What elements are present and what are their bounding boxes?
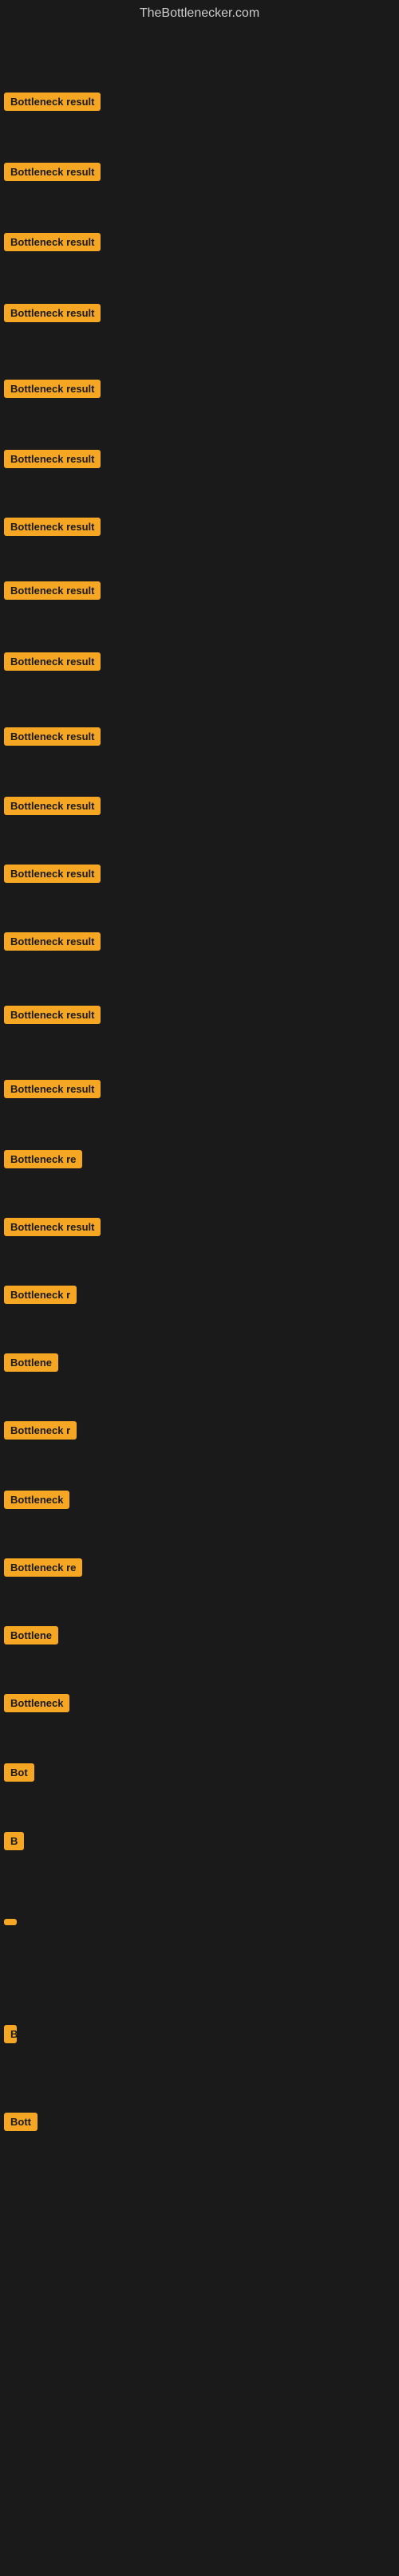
bottleneck-badge: Bottleneck re <box>4 1150 82 1168</box>
bottleneck-item[interactable]: Bott <box>0 2090 399 2153</box>
bottleneck-badge: Bottleneck result <box>4 727 101 746</box>
bottleneck-item[interactable]: Bottleneck result <box>0 1195 399 1258</box>
bottleneck-item[interactable]: Bottleneck result <box>0 774 399 837</box>
bottleneck-item[interactable]: Bottleneck result <box>0 1057 399 1121</box>
bottleneck-item[interactable]: Bottleneck result <box>0 494 399 558</box>
bottleneck-badge: Bottleneck result <box>4 865 101 883</box>
bottleneck-badge: Bottlene <box>4 1626 58 1644</box>
bottleneck-badge: B <box>4 2025 17 2043</box>
bottleneck-badge: Bottleneck <box>4 1491 69 1509</box>
bottleneck-item[interactable]: Bottleneck result <box>0 629 399 693</box>
bottleneck-badge: Bottleneck result <box>4 233 101 251</box>
bottleneck-item[interactable]: Bottleneck result <box>0 210 399 274</box>
bottleneck-item[interactable]: Bottleneck result <box>0 281 399 345</box>
bottleneck-item[interactable]: Bottleneck result <box>0 356 399 420</box>
bottleneck-badge: Bottleneck result <box>4 93 101 111</box>
bottleneck-item[interactable]: Bottleneck result <box>0 140 399 203</box>
bottleneck-badge: B <box>4 1832 24 1850</box>
bottleneck-badge: Bottleneck result <box>4 304 101 322</box>
bottleneck-badge: Bottleneck result <box>4 1080 101 1098</box>
bottleneck-badge: Bottleneck re <box>4 1558 82 1577</box>
bottleneck-badge: Bott <box>4 2113 38 2131</box>
bottleneck-item[interactable]: Bottleneck r <box>0 1262 399 1326</box>
bottleneck-item[interactable]: Bottleneck result <box>0 841 399 905</box>
bottleneck-item[interactable]: Bot <box>0 1740 399 1804</box>
bottleneck-badge: Bot <box>4 1763 34 1782</box>
bottleneck-item[interactable]: Bottleneck result <box>0 983 399 1046</box>
bottleneck-badge: Bottleneck result <box>4 450 101 468</box>
bottleneck-item[interactable]: Bottleneck result <box>0 909 399 973</box>
bottleneck-item[interactable]: Bottleneck re <box>0 1535 399 1599</box>
bottleneck-badge <box>4 1919 17 1925</box>
bottleneck-item[interactable]: Bottlene <box>0 1330 399 1394</box>
bottleneck-badge: Bottleneck result <box>4 163 101 181</box>
bottleneck-badge: Bottleneck result <box>4 932 101 951</box>
bottleneck-item[interactable]: Bottleneck result <box>0 427 399 490</box>
site-title: TheBottlenecker.com <box>0 0 399 24</box>
bottleneck-item[interactable] <box>0 1890 399 1954</box>
bottleneck-badge: Bottlene <box>4 1353 58 1372</box>
bottleneck-badge: Bottleneck result <box>4 380 101 398</box>
bottleneck-item[interactable]: B <box>0 1809 399 1873</box>
bottleneck-item[interactable]: Bottleneck result <box>0 704 399 768</box>
bottleneck-badge: Bottleneck result <box>4 518 101 536</box>
bottleneck-item[interactable]: Bottleneck re <box>0 1127 399 1191</box>
bottleneck-badge: Bottleneck result <box>4 1006 101 1024</box>
bottleneck-badge: Bottleneck result <box>4 797 101 815</box>
bottleneck-badge: Bottleneck r <box>4 1421 77 1440</box>
bottleneck-item[interactable]: Bottleneck result <box>0 69 399 133</box>
bottleneck-item[interactable]: Bottleneck result <box>0 558 399 622</box>
bottleneck-badge: Bottleneck result <box>4 1218 101 1236</box>
items-container: Bottleneck result Bottleneck result Bottle… <box>0 24 399 2576</box>
bottleneck-item[interactable]: Bottleneck r <box>0 1398 399 1462</box>
bottleneck-item[interactable]: B <box>0 2002 399 2066</box>
bottleneck-badge: Bottleneck result <box>4 652 101 671</box>
bottleneck-badge: Bottleneck <box>4 1694 69 1712</box>
bottleneck-item[interactable]: Bottleneck <box>0 1671 399 1735</box>
bottleneck-badge: Bottleneck result <box>4 581 101 600</box>
bottleneck-badge: Bottleneck r <box>4 1286 77 1304</box>
bottleneck-item[interactable]: Bottlene <box>0 1603 399 1667</box>
bottleneck-item[interactable]: Bottleneck <box>0 1467 399 1531</box>
